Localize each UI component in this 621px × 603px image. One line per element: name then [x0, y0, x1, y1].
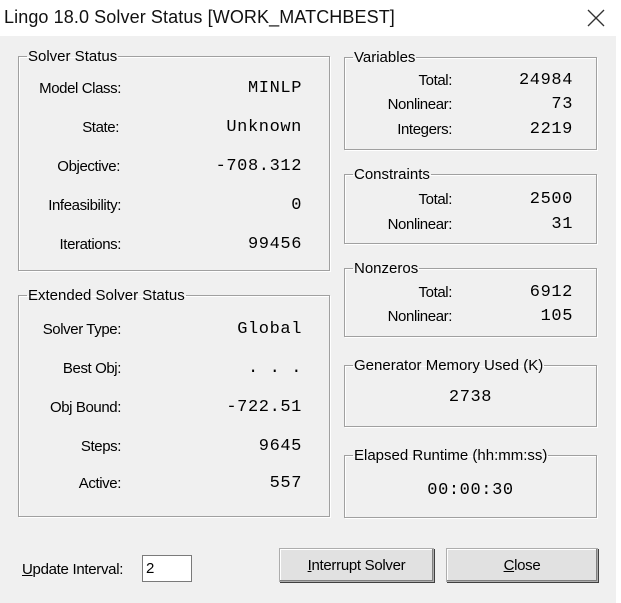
variables-total-label: Total:: [418, 72, 453, 89]
close-button[interactable]: Close: [446, 548, 598, 582]
best-obj-value: . . .: [247, 359, 302, 378]
constraints-legend: Constraints: [354, 166, 430, 183]
constraints-total-label: Total:: [418, 191, 453, 208]
nonzeros-legend: Nonzeros: [354, 260, 419, 277]
close-mnemonic: C: [503, 556, 515, 574]
objective-label: Objective:: [57, 158, 120, 175]
generator-memory-legend: Generator Memory Used (K): [354, 357, 544, 374]
update-interval-input[interactable]: [142, 555, 192, 582]
solver-type-label: Solver Type:: [42, 321, 122, 338]
nonzeros-total-value: 6912: [529, 283, 573, 302]
iterations-label: Iterations:: [59, 236, 122, 253]
title-bar: Lingo 18.0 Solver Status [WORK_MATCHBEST…: [0, 0, 621, 36]
interrupt-label: nterrupt Solver: [311, 556, 406, 574]
steps-value: 9645: [258, 437, 302, 456]
update-interval-mnemonic: U: [22, 561, 33, 578]
nonzeros-nonlinear-value: 105: [540, 307, 573, 326]
infeasibility-value: 0: [291, 196, 302, 215]
variables-nonlinear-value: 73: [551, 95, 573, 114]
constraints-total-value: 2500: [529, 190, 573, 209]
elapsed-runtime-legend: Elapsed Runtime (hh:mm:ss): [354, 447, 548, 464]
constraints-nonlinear-value: 31: [551, 215, 573, 234]
generator-memory-value: 2738: [448, 388, 493, 407]
window-title: Lingo 18.0 Solver Status [WORK_MATCHBEST…: [4, 7, 395, 27]
constraints-nonlinear-label: Nonlinear:: [387, 216, 453, 233]
update-interval-label-text: pdate Interval:: [32, 561, 124, 578]
window-edge: [616, 36, 621, 603]
update-interval-label: Update Interval:: [22, 561, 123, 578]
active-value: 557: [269, 474, 302, 493]
variables-integers-label: Integers:: [397, 121, 452, 138]
nonzeros-nonlinear-label: Nonlinear:: [387, 308, 453, 325]
variables-legend: Variables: [354, 49, 416, 66]
infeasibility-label: Infeasibility:: [48, 197, 121, 214]
solver-type-value: Global: [237, 320, 302, 339]
active-label: Active:: [78, 475, 122, 492]
close-icon[interactable]: [586, 8, 606, 28]
elapsed-runtime-value: 00:00:30: [427, 481, 514, 500]
iterations-value: 99456: [247, 235, 302, 254]
obj-bound-value: -722.51: [226, 398, 302, 417]
model-class-value: MINLP: [247, 79, 302, 98]
steps-label: Steps:: [80, 438, 122, 455]
extended-solver-status-legend: Extended Solver Status: [28, 287, 185, 304]
variables-nonlinear-label: Nonlinear:: [387, 96, 453, 113]
best-obj-label: Best Obj:: [62, 360, 121, 377]
model-class-label: Model Class:: [39, 80, 121, 97]
objective-value: -708.312: [215, 157, 302, 176]
interrupt-solver-button[interactable]: Interrupt Solver: [279, 548, 434, 582]
close-label: lose: [514, 556, 541, 574]
obj-bound-label: Obj Bound:: [49, 399, 121, 416]
state-value: Unknown: [226, 118, 302, 137]
state-label: State:: [82, 119, 119, 136]
solver-status-legend: Solver Status: [28, 48, 118, 65]
nonzeros-total-label: Total:: [418, 284, 453, 301]
variables-integers-value: 2219: [529, 120, 573, 139]
variables-total-value: 24984: [518, 71, 573, 90]
